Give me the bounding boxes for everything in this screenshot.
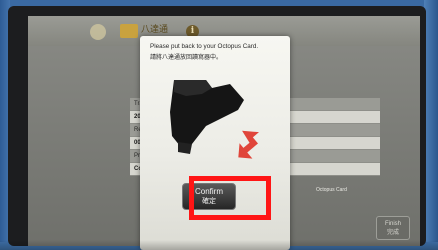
bottom-shadow — [0, 240, 438, 250]
octopus-card-icon — [170, 80, 244, 154]
confirm-highlight-box — [189, 176, 271, 220]
finish-label-en: Finish — [384, 221, 401, 227]
finish-label-cn: 完成 — [386, 230, 399, 236]
finish-button[interactable]: Finish 完成 — [376, 216, 410, 240]
logo-text-cn: 八達通 — [141, 25, 169, 35]
dialog-message-cn: 請將八達通放回讀寫器中。 — [150, 54, 223, 61]
insert-card-illustration — [170, 80, 259, 159]
dialog-message-en: Please put back to your Octopus Card. — [150, 43, 259, 50]
machine-frame-right — [424, 0, 438, 250]
note-text: Octopus Card — [316, 187, 347, 193]
red-arrow-icon — [238, 130, 259, 159]
octopus-logo-icon — [120, 24, 138, 38]
home-icon[interactable] — [90, 24, 106, 40]
